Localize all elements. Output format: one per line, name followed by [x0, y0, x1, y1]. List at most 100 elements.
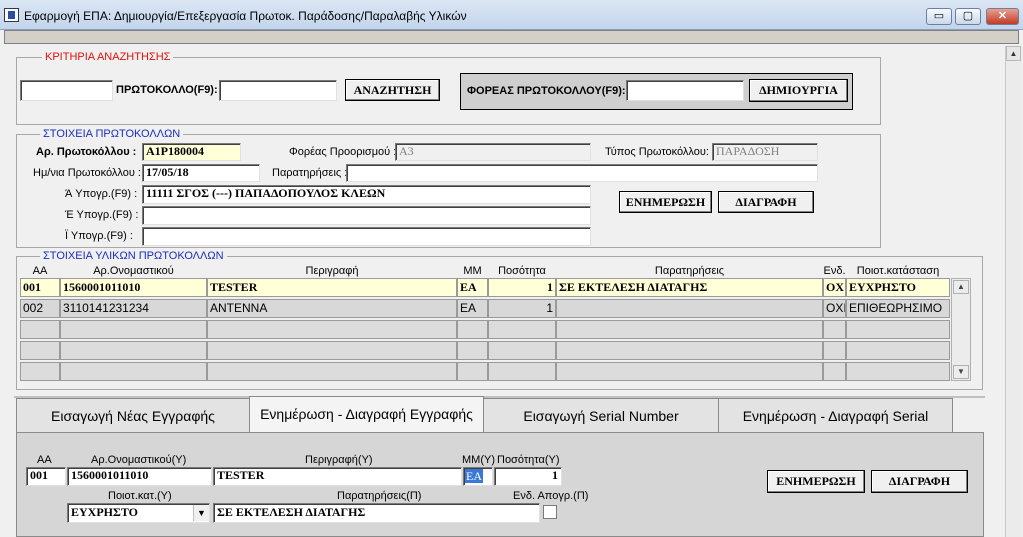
table-cell[interactable]: ΣΕ ΕΚΤΕΛΕΣΗ ΔΙΑΤΑΓΗΣ — [556, 278, 823, 297]
table-cell[interactable] — [823, 341, 846, 360]
col-inventory-header: Ενδ. Απογρ. — [823, 265, 859, 289]
chevron-down-icon[interactable]: ▼ — [193, 505, 209, 521]
edit-notes-field[interactable]: ΣΕ ΕΚΤΕΛΕΣΗ ΔΙΑΤΑΓΗΣ — [213, 503, 540, 523]
protocol-type-label: Τύπος Πρωτοκόλλου: — [605, 146, 709, 158]
window-title: Εφαρμογή ΕΠΑ: Δημιουργία/Επεξεργασία Πρω… — [24, 9, 467, 23]
table-cell[interactable]: ANTENNA — [207, 299, 457, 318]
signature-a-label: Ά Υπογρ.(F9) : — [65, 188, 138, 200]
menu-bar — [4, 30, 1019, 44]
table-cell[interactable]: ΕΠΙΘΕΩΡΗΣΙΜΟ — [846, 299, 950, 318]
edit-aa-label: ΑΑ — [37, 454, 52, 466]
maximize-button[interactable]: ▢ — [955, 8, 981, 25]
table-cell[interactable] — [60, 362, 207, 381]
table-cell[interactable]: ΟΧΙ — [823, 299, 846, 318]
table-cell[interactable] — [488, 362, 556, 381]
table-cell[interactable]: 001 — [20, 278, 60, 297]
protocol-label: ΠΡΩΤΟΚΟΛΛΟ(F9): — [116, 84, 218, 96]
edit-mm-label: ΜΜ(Υ) — [462, 454, 495, 466]
table-cell[interactable]: 3110141231234 — [60, 299, 207, 318]
table-cell[interactable] — [556, 362, 823, 381]
signature-c-label: Ϊ Υπογρ.(F9) : — [65, 230, 133, 242]
table-cell[interactable] — [20, 320, 60, 339]
table-cell[interactable] — [846, 320, 950, 339]
edit-quality-select[interactable]: ΕΥΧΡΗΣΤΟ — [67, 503, 210, 523]
table-cell[interactable] — [207, 320, 457, 339]
table-cell[interactable]: 002 — [20, 299, 60, 318]
table-cell[interactable]: TESTER — [207, 278, 457, 297]
edit-mm-value: EA — [465, 469, 483, 483]
protocol-notes-label: Παρατηρήσεις : — [272, 167, 348, 179]
vertical-scrollbar[interactable]: ▲ — [1005, 46, 1022, 537]
table-cell[interactable] — [457, 341, 488, 360]
signature-c-field[interactable] — [142, 227, 591, 246]
create-button[interactable]: ΔΗΜΙΟΥΡΓΙΑ — [749, 79, 848, 102]
table-cell[interactable] — [207, 341, 457, 360]
edit-item-label: Αρ.Ονομαστικού(Υ) — [91, 454, 187, 466]
protocol-date-label: Ημ/νια Πρωτοκόλλου : — [33, 167, 141, 179]
protocol-notes-field[interactable] — [346, 164, 818, 182]
table-cell[interactable] — [488, 320, 556, 339]
edit-quality-label: Ποιοτ.κατ.(Υ) — [108, 490, 172, 502]
edit-desc-label: Περιγραφή(Υ) — [305, 454, 373, 466]
table-cell[interactable] — [556, 299, 823, 318]
issuer-input[interactable] — [626, 80, 744, 101]
tab-new-entry[interactable]: Εισαγωγή Νέας Εγγραφής — [16, 398, 250, 433]
tab-new-serial[interactable]: Εισαγωγή Serial Number — [483, 398, 719, 433]
table-cell[interactable] — [457, 362, 488, 381]
tab-update-delete-entry[interactable]: Ενημέρωση - Διαγραφή Εγγραφής — [249, 396, 484, 433]
table-cell[interactable] — [207, 362, 457, 381]
col-quality-header: Ποιοτ.κατάσταση — [856, 265, 940, 277]
table-cell[interactable]: EA — [457, 299, 488, 318]
table-cell[interactable] — [846, 362, 950, 381]
scroll-down-icon[interactable]: ▼ — [953, 365, 969, 379]
table-cell[interactable]: 1 — [488, 299, 556, 318]
search-button[interactable]: ΑΝΑΖΗΤΗΣΗ — [345, 79, 440, 101]
signature-b-field[interactable] — [142, 206, 591, 225]
edit-quality-value: ΕΥΧΡΗΣΤΟ — [71, 505, 138, 519]
table-cell[interactable]: ΕΥΧΡΗΣΤΟ — [846, 278, 950, 297]
search-field-1[interactable] — [20, 80, 113, 101]
edit-delete-button[interactable]: ΔΙΑΓΡΑΦΗ — [871, 470, 968, 493]
table-cell[interactable] — [488, 341, 556, 360]
edit-qty-field[interactable]: 1 — [494, 467, 562, 486]
materials-scrollbar[interactable]: ▲ ▼ — [951, 278, 971, 381]
table-cell[interactable] — [823, 362, 846, 381]
table-cell[interactable] — [846, 341, 950, 360]
edit-aa-field[interactable]: 001 — [26, 467, 66, 486]
minimize-icon: ▭ — [933, 10, 945, 22]
scroll-up-icon[interactable]: ▲ — [953, 280, 969, 294]
protocol-details-legend: ΣΤΟΙΧΕΙΑ ΠΡΩΤΟΚΟΛΛΩΝ — [40, 128, 184, 140]
protocol-type-field: ΠΑΡΑΔΟΣΗ — [712, 143, 818, 161]
table-cell[interactable] — [457, 320, 488, 339]
table-cell[interactable]: 1560001011010 — [60, 278, 207, 297]
edit-update-button[interactable]: ΕΝΗΜΕΡΩΣΗ — [767, 470, 865, 493]
protocol-date-field[interactable]: 17/05/18 — [142, 164, 260, 182]
minimize-button[interactable]: ▭ — [926, 8, 952, 25]
edit-item-field[interactable]: 1560001011010 — [67, 467, 212, 486]
tab-update-delete-serial[interactable]: Ενημέρωση - Διαγραφή Serial Number — [718, 398, 953, 458]
table-cell[interactable] — [20, 362, 60, 381]
scroll-up-icon[interactable]: ▲ — [1006, 46, 1021, 61]
table-cell[interactable]: EA — [457, 278, 488, 297]
table-cell[interactable] — [60, 320, 207, 339]
col-aa-header: ΑΑ — [32, 265, 48, 277]
protocol-number-field[interactable]: Α1Ρ180004 — [142, 143, 241, 161]
table-cell[interactable] — [60, 341, 207, 360]
table-cell[interactable] — [20, 341, 60, 360]
protocol-search-input[interactable] — [219, 80, 337, 101]
close-button[interactable]: ✕ — [986, 8, 1019, 25]
issuer-label: ΦΟΡΕΑΣ ΠΡΩΤΟΚΟΛΛΟΥ(F9): — [467, 85, 626, 97]
table-cell[interactable] — [556, 320, 823, 339]
table-cell[interactable]: 1 — [488, 278, 556, 297]
table-cell[interactable] — [556, 341, 823, 360]
protocol-update-button[interactable]: ΕΝΗΜΕΡΩΣΗ — [619, 191, 712, 213]
edit-desc-field[interactable]: TESTER — [213, 467, 462, 486]
inventory-checkbox[interactable] — [543, 505, 557, 519]
signature-a-field[interactable]: 11111 ΣΓΟΣ (---) ΠΑΠΑΔΟΠΟΥΛΟΣ ΚΛΕΩΝ — [142, 185, 591, 204]
protocol-delete-button[interactable]: ΔΙΑΓΡΑΦΗ — [718, 191, 814, 213]
maximize-icon: ▢ — [962, 10, 974, 22]
edit-mm-field[interactable]: EA — [463, 467, 493, 486]
table-cell[interactable]: ΟΧ — [823, 278, 846, 297]
search-criteria-legend: ΚΡΙΤΗΡΙΑ ΑΝΑΖΗΤΗΣΗΣ — [42, 51, 174, 63]
table-cell[interactable] — [823, 320, 846, 339]
